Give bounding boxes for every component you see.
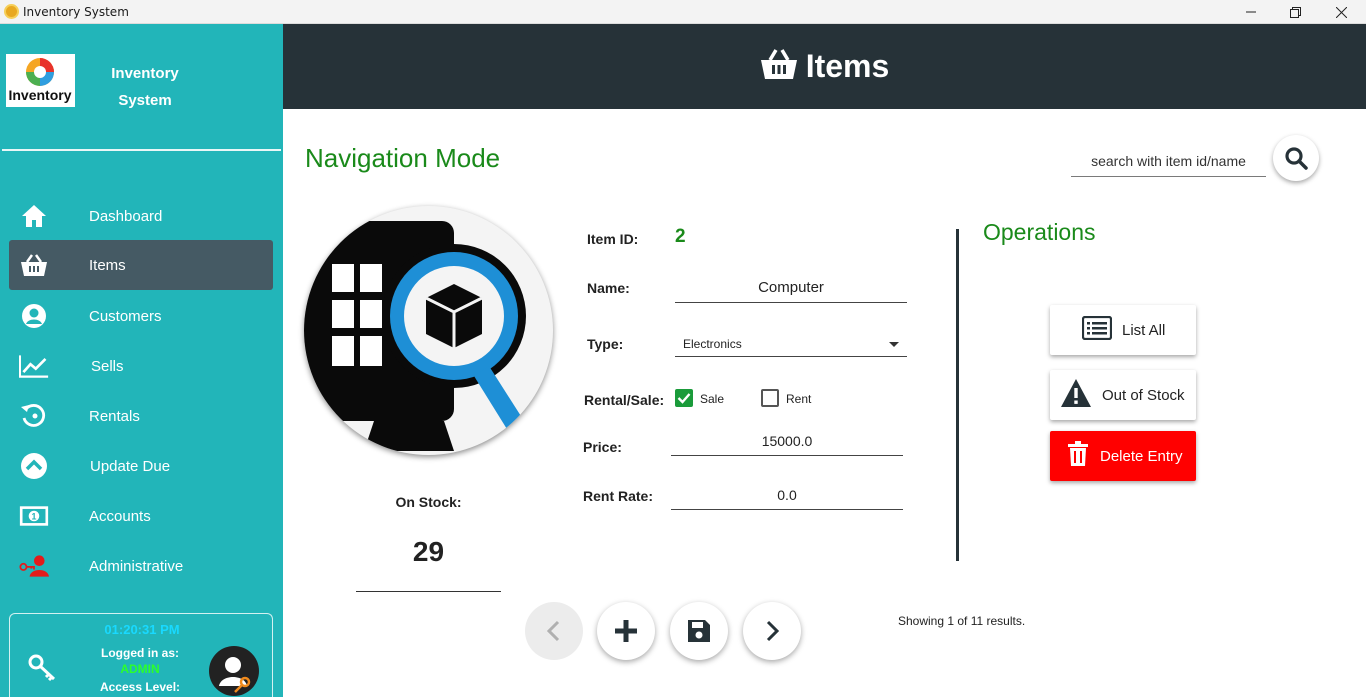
- minimize-icon: [1246, 11, 1256, 13]
- page-title: Items: [805, 48, 890, 84]
- out-of-stock-label: Out of Stock: [1102, 386, 1185, 404]
- type-select[interactable]: Electronics: [675, 333, 907, 357]
- type-label: Type:: [587, 336, 624, 352]
- price-label: Price:: [583, 439, 622, 455]
- delete-entry-button[interactable]: Delete Entry: [1050, 431, 1196, 481]
- save-button[interactable]: [670, 602, 728, 660]
- chevron-left-icon: [546, 620, 560, 642]
- svg-text:1: 1: [32, 512, 37, 522]
- chevron-right-icon: [766, 620, 780, 642]
- avatar: [209, 646, 259, 696]
- page-header: Items: [283, 24, 1366, 109]
- search-input[interactable]: [1071, 146, 1266, 177]
- sidebar-item-label: Sells: [91, 357, 124, 375]
- warning-icon: [1060, 378, 1092, 412]
- sidebar-item-accounts[interactable]: 1 Accounts: [9, 491, 273, 541]
- window-titlebar: Inventory System: [0, 0, 1366, 24]
- results-count: Showing 1 of 11 results.: [898, 614, 1026, 628]
- app-icon: [4, 4, 19, 19]
- next-button[interactable]: [743, 602, 801, 660]
- previous-button[interactable]: [525, 602, 583, 660]
- app-name-line1: Inventory: [111, 65, 179, 82]
- sidebar-item-dashboard[interactable]: Dashboard: [9, 191, 273, 241]
- sidebar-item-label: Accounts: [89, 507, 151, 525]
- sale-checkbox-label: Sale: [700, 392, 725, 406]
- sidebar-item-items[interactable]: Items: [9, 240, 273, 290]
- sidebar-item-label: Dashboard: [89, 207, 163, 225]
- access-level-label: Access Level:: [99, 680, 181, 694]
- sidebar-item-label: Items: [89, 256, 126, 274]
- sidebar-item-customers[interactable]: Customers: [9, 291, 273, 341]
- user-circle-icon: [19, 301, 49, 331]
- save-icon: [688, 620, 710, 642]
- on-stock-label: On Stock:: [395, 494, 462, 510]
- sidebar-item-label: Customers: [89, 307, 162, 325]
- sidebar-item-label: Administrative: [89, 557, 184, 575]
- home-icon: [19, 201, 49, 231]
- on-stock-value: 29: [412, 536, 445, 567]
- window-title: Inventory System: [23, 5, 129, 19]
- restore-button[interactable]: [1272, 0, 1318, 24]
- sale-checkbox[interactable]: [675, 389, 693, 407]
- delete-entry-label: Delete Entry: [1100, 447, 1183, 465]
- app-name: Inventory System: [90, 60, 200, 114]
- on-stock-underline: [356, 591, 501, 592]
- list-all-button[interactable]: List All: [1050, 305, 1196, 355]
- rent-checkbox[interactable]: [761, 389, 779, 407]
- logged-in-user: ADMIN: [120, 662, 160, 676]
- sidebar-item-label: Rentals: [89, 407, 140, 425]
- list-all-label: List All: [1122, 321, 1166, 339]
- operations-divider: [956, 229, 959, 561]
- logo: Inventory: [6, 54, 75, 107]
- trash-icon: [1067, 441, 1089, 471]
- app-name-line2: System: [118, 92, 172, 109]
- rent-rate-field[interactable]: 0.0: [671, 487, 903, 510]
- sidebar-item-sells[interactable]: Sells: [9, 341, 273, 391]
- name-field[interactable]: Computer: [675, 279, 907, 303]
- out-of-stock-button[interactable]: Out of Stock: [1050, 370, 1196, 420]
- sidebar-divider: [2, 149, 281, 151]
- sidebar-item-update-due[interactable]: Update Due: [9, 441, 273, 491]
- logged-in-label: Logged in as:: [101, 646, 179, 660]
- chevron-up-circle-icon: [19, 451, 49, 481]
- price-field[interactable]: 15000.0: [671, 433, 903, 456]
- money-bill-icon: 1: [19, 501, 49, 531]
- name-label: Name:: [587, 280, 630, 296]
- close-icon: [1335, 6, 1347, 18]
- login-info-panel: 01:20:31 PM Logged in as: ADMIN Access L…: [9, 613, 273, 697]
- item-id-label: Item ID:: [587, 231, 639, 247]
- checkmark-icon: [677, 393, 691, 404]
- minimize-button[interactable]: [1228, 0, 1274, 24]
- search-button[interactable]: [1273, 135, 1319, 181]
- chart-line-icon: [19, 351, 49, 381]
- basket-icon: [19, 250, 49, 280]
- svg-text:Inventory: Inventory: [8, 87, 71, 103]
- item-image: [304, 206, 553, 455]
- close-button[interactable]: [1318, 0, 1364, 24]
- add-button[interactable]: [597, 602, 655, 660]
- history-icon: [19, 401, 49, 431]
- user-key-icon: [19, 551, 49, 581]
- list-icon: [1081, 315, 1113, 344]
- type-select-value: Electronics: [683, 337, 742, 351]
- rent-rate-label: Rent Rate:: [583, 488, 654, 504]
- key-icon: [28, 654, 58, 687]
- rental-sale-label: Rental/Sale:: [584, 392, 665, 408]
- restore-icon: [1289, 6, 1301, 18]
- item-id-value: 2: [675, 226, 686, 247]
- sidebar-item-administrative[interactable]: Administrative: [9, 541, 273, 591]
- dropdown-arrow-icon: [889, 342, 899, 347]
- search-icon: [1285, 147, 1308, 170]
- basket-icon: [760, 48, 798, 85]
- mode-title: Navigation Mode: [305, 143, 501, 173]
- plus-icon: [615, 620, 637, 642]
- rent-checkbox-label: Rent: [786, 392, 812, 406]
- clock: 01:20:31 PM: [104, 622, 180, 637]
- sidebar-item-rentals[interactable]: Rentals: [9, 391, 273, 441]
- sidebar-item-label: Update Due: [90, 457, 171, 475]
- operations-title: Operations: [983, 219, 1096, 245]
- sidebar: Inventory Inventory System Dashboard Ite…: [0, 24, 283, 697]
